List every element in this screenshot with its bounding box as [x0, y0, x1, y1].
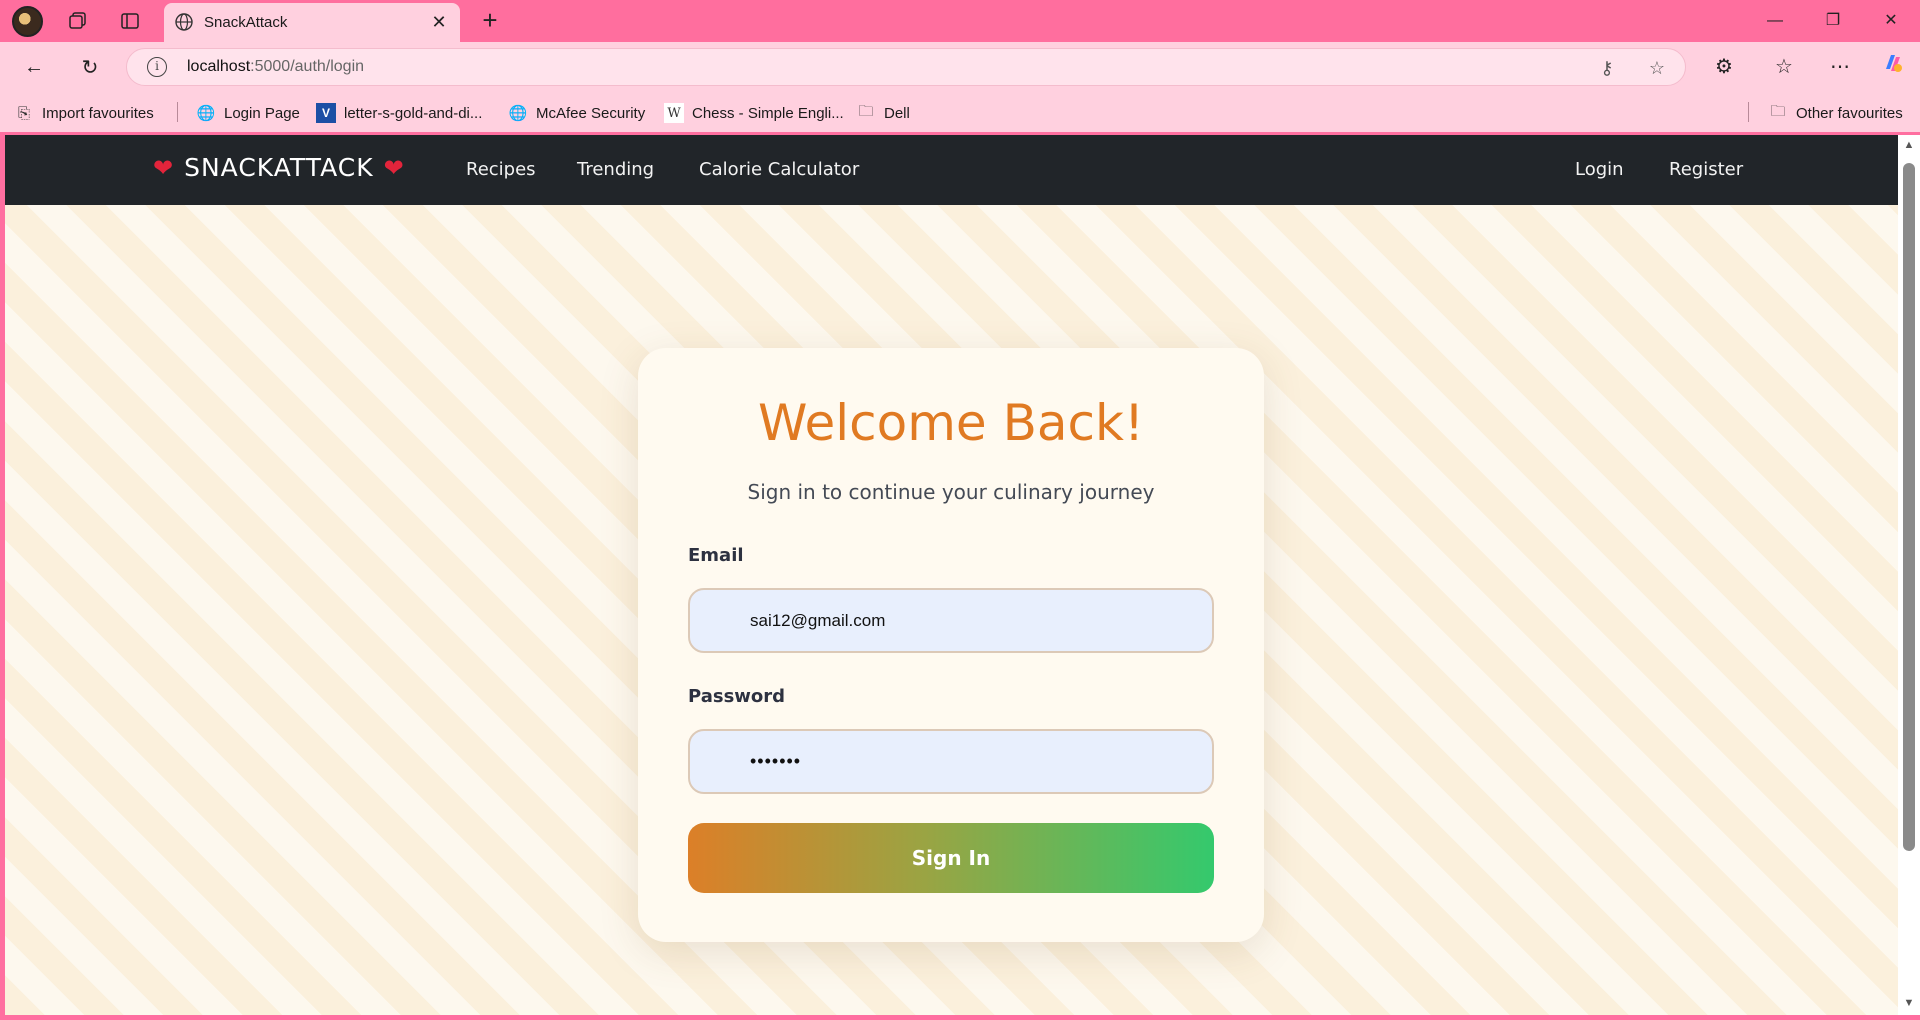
globe-icon: 🌐	[196, 105, 216, 122]
folder-icon: 🗀	[858, 102, 874, 120]
scroll-down-icon[interactable]: ▼	[1902, 997, 1916, 1009]
email-label: Email	[688, 545, 744, 566]
vertical-tabs-icon[interactable]	[114, 6, 146, 36]
nav-link-login[interactable]: Login	[1575, 159, 1624, 180]
import-icon: ⎘	[17, 104, 30, 122]
nav-link-register[interactable]: Register	[1669, 159, 1743, 180]
tab-title: SnackAttack	[204, 14, 288, 31]
extensions-icon[interactable]: ⚙	[1708, 51, 1740, 83]
globe-icon: 🌐	[508, 105, 528, 122]
bookmark-import-favourites[interactable]: ⎘ Import favourites	[14, 101, 154, 125]
site-navbar: ❤ SNACKATTACK ❤ Recipes Trending Calorie…	[5, 135, 1898, 205]
copilot-icon[interactable]	[1877, 51, 1909, 83]
bookmark-dell[interactable]: 🗀 Dell	[856, 101, 909, 125]
folder-icon: 🗀	[1770, 102, 1786, 120]
login-subtitle: Sign in to continue your culinary journe…	[747, 480, 1155, 504]
scrollbar-thumb[interactable]	[1903, 163, 1915, 851]
bookmark-mcafee-security[interactable]: 🌐 McAfee Security	[508, 101, 646, 125]
browser-toolbar: ← ↻ i localhost:5000/auth/login ⚷ ☆ ⚙ ☆ …	[0, 42, 1920, 92]
workspaces-icon[interactable]	[62, 6, 94, 36]
v-logo-icon: V	[316, 103, 336, 123]
bookmark-other-favourites[interactable]: 🗀 Other favourites	[1768, 101, 1902, 125]
bookmark-divider	[177, 102, 178, 122]
browser-titlebar: SnackAttack ✕ + — ❐ ✕	[0, 0, 1920, 42]
restore-button[interactable]: ❐	[1810, 6, 1856, 36]
page-viewport: ❤ SNACKATTACK ❤ Recipes Trending Calorie…	[5, 135, 1898, 1015]
globe-icon	[175, 13, 193, 31]
nav-link-trending[interactable]: Trending	[577, 159, 654, 180]
site-info-icon[interactable]: i	[147, 57, 167, 77]
heart-icon: ❤	[153, 153, 175, 182]
sign-in-button[interactable]: Sign In	[688, 823, 1214, 893]
bookmark-letter-s-gold[interactable]: Vletter-s-gold-and-di...	[316, 101, 482, 125]
bookmark-chess-wikipedia[interactable]: W Chess - Simple Engli...	[664, 101, 844, 125]
email-field[interactable]: sai12@gmail.com	[688, 588, 1214, 653]
minimize-button[interactable]: —	[1752, 6, 1798, 36]
brand-logo[interactable]: ❤ SNACKATTACK ❤	[153, 153, 405, 182]
reload-icon[interactable]: ↻	[74, 51, 106, 83]
scroll-up-icon[interactable]: ▲	[1902, 139, 1916, 151]
page-scrollbar[interactable]: ▲ ▼	[1898, 135, 1920, 1015]
nav-link-calorie-calculator[interactable]: Calorie Calculator	[699, 159, 859, 180]
close-tab-icon[interactable]: ✕	[428, 11, 450, 33]
close-window-button[interactable]: ✕	[1868, 6, 1914, 36]
heart-icon: ❤	[383, 153, 405, 182]
brand-name: SNACKATTACK	[184, 153, 374, 182]
bookmark-divider	[1748, 102, 1749, 122]
nav-link-recipes[interactable]: Recipes	[466, 159, 536, 180]
url-text: localhost:5000/auth/login	[187, 58, 365, 75]
back-icon[interactable]: ←	[18, 51, 50, 83]
new-tab-button[interactable]: +	[474, 5, 506, 37]
more-menu-icon[interactable]: ⋯	[1824, 51, 1856, 83]
wikipedia-icon: W	[664, 103, 684, 123]
page-title: Welcome Back!	[757, 394, 1145, 452]
tab-snackattack[interactable]: SnackAttack ✕	[164, 3, 460, 42]
bookmarks-bar: ⎘ Import favourites 🌐 Login Page Vletter-s…	[0, 92, 1920, 132]
password-label: Password	[688, 686, 786, 707]
bookmark-login-page[interactable]: 🌐 Login Page	[196, 101, 300, 125]
profile-avatar[interactable]	[12, 6, 43, 37]
favorites-icon[interactable]: ☆	[1768, 51, 1800, 83]
address-bar[interactable]: i localhost:5000/auth/login ⚷ ☆	[126, 48, 1686, 86]
key-icon[interactable]: ⚷	[1595, 56, 1619, 80]
favorite-star-icon[interactable]: ☆	[1645, 56, 1669, 80]
login-card: Welcome Back! Sign in to continue your c…	[638, 348, 1264, 942]
password-field[interactable]: •••••••	[688, 729, 1214, 794]
